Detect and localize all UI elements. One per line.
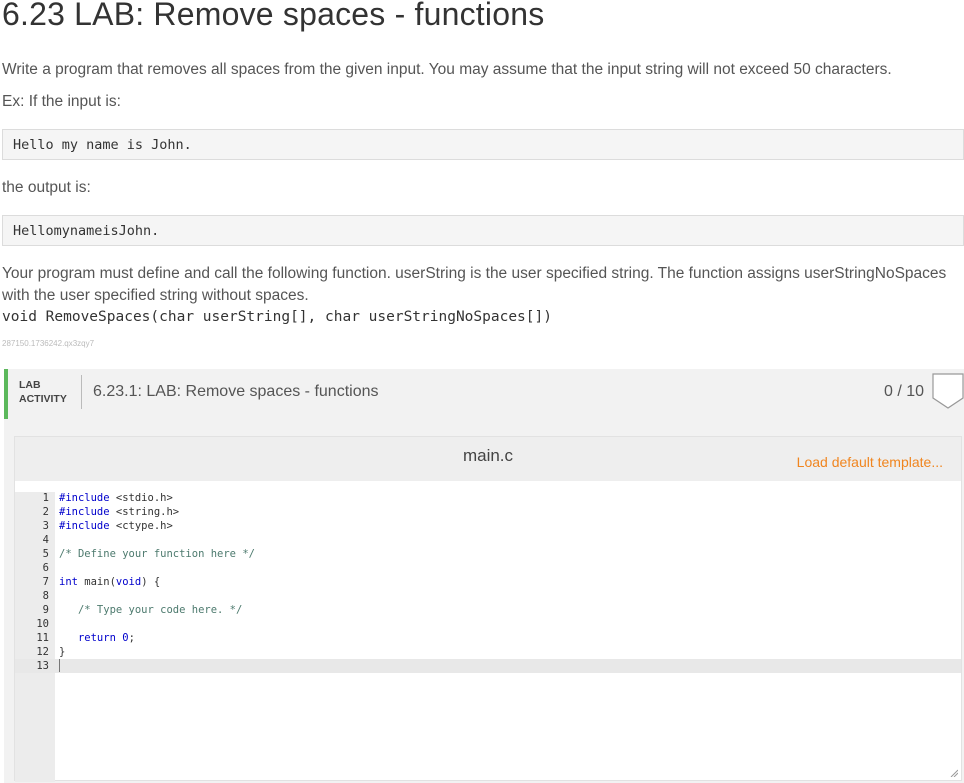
line-number: 7	[42, 576, 49, 588]
line-code: int main(void) {	[59, 576, 161, 588]
code-line[interactable]: 10	[15, 617, 961, 631]
lab-activity-label: LAB ACTIVITY	[19, 378, 67, 406]
example-label: Ex: If the input is:	[2, 93, 121, 110]
line-number: 3	[42, 520, 49, 532]
line-number: 8	[42, 590, 49, 602]
code-area[interactable]: 1 #include <stdio.h> 2 #include <string.h> 3…	[15, 491, 961, 673]
line-number: 2	[42, 506, 49, 518]
line-code: return 0;	[77, 632, 135, 644]
resize-handle-icon[interactable]	[950, 769, 958, 777]
line-number: 1	[42, 492, 49, 504]
score-badge-icon	[932, 373, 964, 409]
description-line-2: with the user specified string without s…	[2, 287, 309, 304]
line-number: 6	[42, 562, 49, 574]
code-line[interactable]: 6	[15, 561, 961, 575]
editor-toolbar: main.c Load default template...	[15, 437, 961, 481]
code-line[interactable]: 5 /* Define your function here */	[15, 547, 961, 561]
line-number: 12	[36, 646, 49, 658]
line-code	[59, 659, 60, 674]
function-signature: void RemoveSpaces(char userString[], cha…	[2, 309, 552, 325]
lab-activity-header: LAB ACTIVITY 6.23.1: LAB: Remove spaces …	[4, 369, 964, 419]
lab-title: 6.23.1: LAB: Remove spaces - functions	[93, 383, 379, 400]
code-line[interactable]: 4	[15, 533, 961, 547]
line-code: #include <string.h>	[59, 506, 180, 518]
intro-text: Write a program that removes all spaces …	[2, 61, 892, 78]
activity-tag: 287150.1736242.qx3zqy7	[2, 339, 95, 348]
code-line[interactable]: 7 int main(void) {	[15, 575, 961, 589]
line-number: 10	[36, 618, 49, 630]
lab-label-line-1: LAB	[19, 379, 41, 391]
example-output-box: HellomynameisJohn.	[2, 215, 964, 246]
line-code: }	[59, 646, 66, 658]
code-line[interactable]: 2 #include <string.h>	[15, 505, 961, 519]
line-code: #include <ctype.h>	[59, 520, 173, 532]
editor-container: main.c Load default template... 1 #includ…	[4, 419, 964, 783]
lab-label-line-2: ACTIVITY	[19, 393, 67, 405]
code-line[interactable]: 3 #include <ctype.h>	[15, 519, 961, 533]
code-line[interactable]: 11 return 0;	[15, 631, 961, 645]
page-title: 6.23 LAB: Remove spaces - functions	[2, 0, 545, 32]
line-number: 5	[42, 548, 49, 560]
code-line[interactable]: 1 #include <stdio.h>	[15, 491, 961, 505]
code-line[interactable]: 9 /* Type your code here. */	[15, 603, 961, 617]
code-line[interactable]: 13	[15, 659, 961, 673]
line-code: /* Type your code here. */	[59, 604, 243, 616]
header-divider	[81, 375, 82, 409]
example-input-box: Hello my name is John.	[2, 129, 964, 160]
text-cursor	[59, 659, 60, 672]
line-code: #include <stdio.h>	[59, 492, 173, 504]
code-editor[interactable]: main.c Load default template... 1 #includ…	[14, 436, 962, 782]
line-code: /* Define your function here */	[59, 548, 255, 560]
description-line-1: Your program must define and call the fo…	[2, 265, 947, 282]
line-number: 9	[42, 604, 49, 616]
load-default-template-button[interactable]: Load default template...	[797, 454, 943, 470]
line-number: 11	[36, 632, 49, 644]
line-number: 13	[36, 660, 49, 672]
code-line[interactable]: 12}	[15, 645, 961, 659]
lab-score: 0 / 10	[883, 383, 924, 400]
output-label: the output is:	[2, 179, 91, 196]
line-number: 4	[42, 534, 49, 546]
code-line[interactable]: 8	[15, 589, 961, 603]
